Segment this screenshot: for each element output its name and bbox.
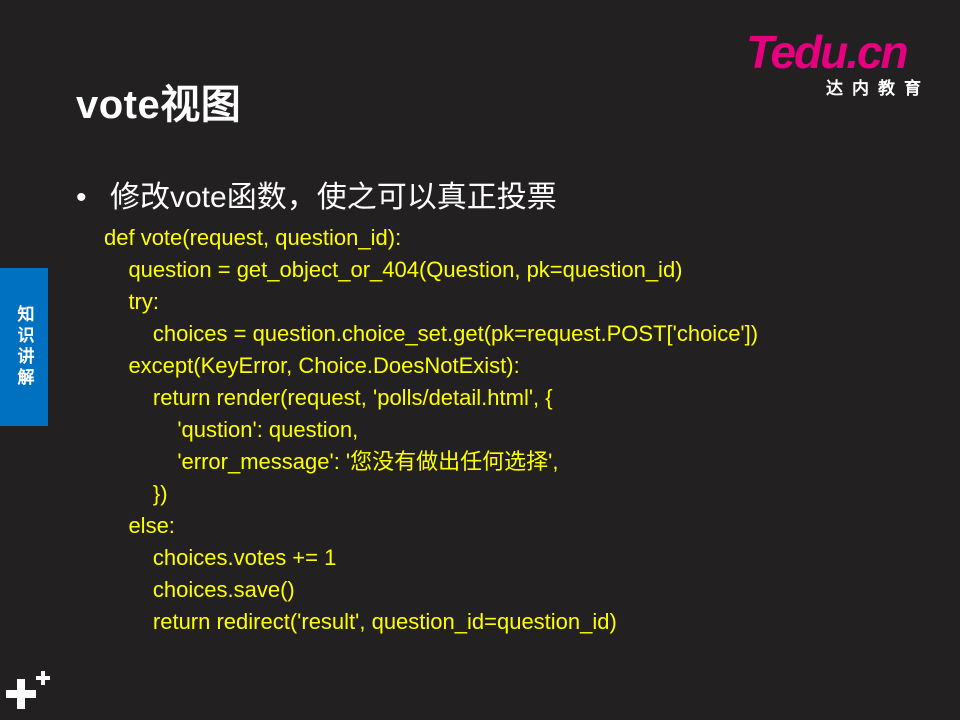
logo-subtitle: 达内教育 xyxy=(826,79,930,98)
code-line: 'qustion': question, xyxy=(104,417,359,442)
code-line: question = get_object_or_404(Question, p… xyxy=(104,257,683,282)
code-line: return redirect('result', question_id=qu… xyxy=(104,609,617,634)
side-tab-knowledge: 知识讲解 xyxy=(0,268,48,426)
bullet-text: 修改vote函数，使之可以真正投票 xyxy=(110,181,557,214)
plus-plus-icon xyxy=(6,671,50,709)
bullet-item: • 修改vote函数，使之可以真正投票 xyxy=(76,172,557,216)
code-line: }) xyxy=(104,481,168,506)
code-line: def vote(request, question_id): xyxy=(104,225,402,250)
code-block: def vote(request, question_id): question… xyxy=(104,222,758,638)
bullet-dot-icon: • xyxy=(76,181,87,214)
code-line: return render(request, 'polls/detail.htm… xyxy=(104,385,553,410)
code-line: choices = question.choice_set.get(pk=req… xyxy=(104,321,759,346)
tedu-logo: Tedu.cn 达内教育 xyxy=(746,28,936,98)
code-line: else: xyxy=(104,513,175,538)
code-line: 'error_message': '您没有做出任何选择', xyxy=(104,449,559,474)
code-line: try: xyxy=(104,289,159,314)
code-line: except(KeyError, Choice.DoesNotExist): xyxy=(104,353,520,378)
code-line: choices.save() xyxy=(104,577,295,602)
logo-wordmark: Tedu.cn xyxy=(746,26,909,78)
code-line: choices.votes += 1 xyxy=(104,545,337,570)
side-tab-label: 知识讲解 xyxy=(14,305,34,389)
slide-title: vote视图 xyxy=(76,83,242,127)
